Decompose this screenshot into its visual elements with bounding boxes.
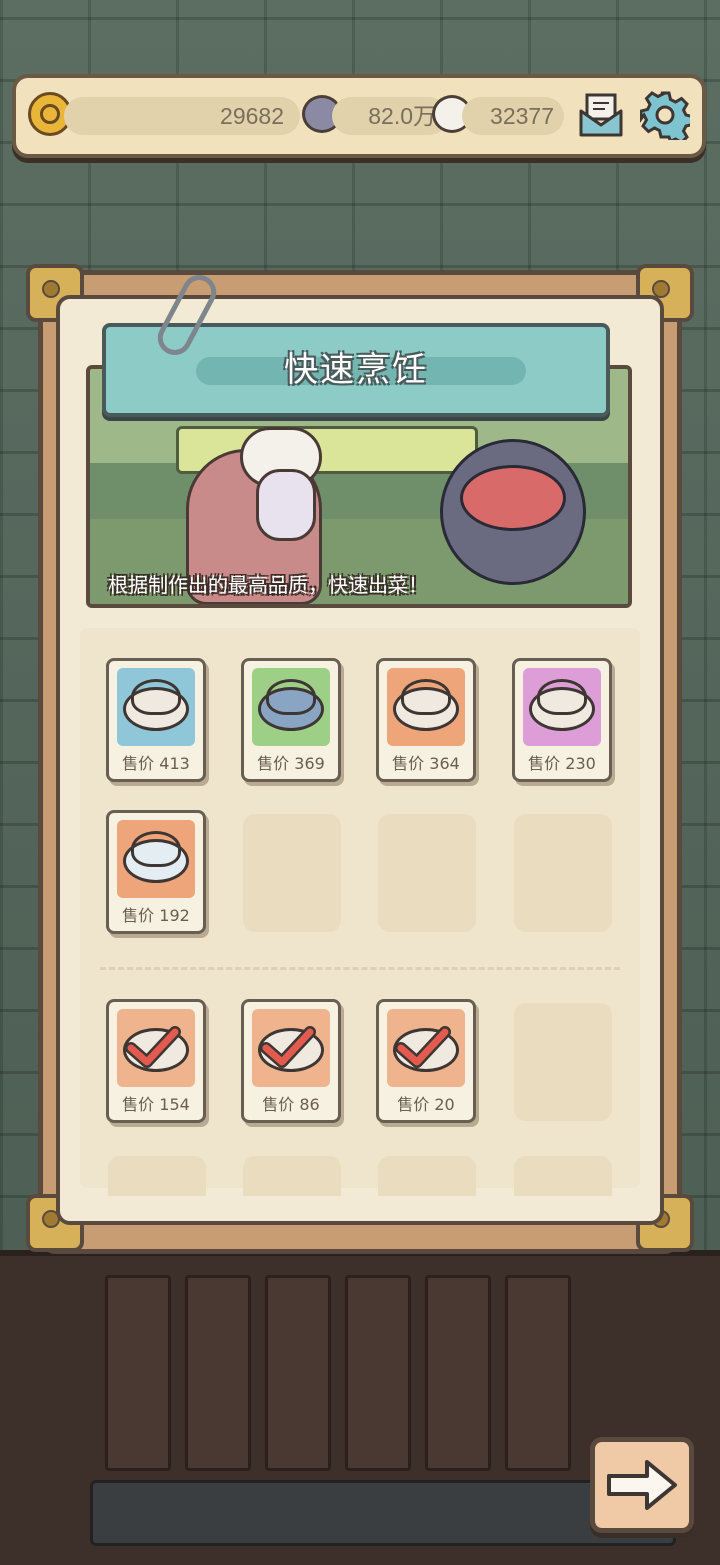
gear-icon[interactable]: [640, 90, 690, 140]
empty-slot: [243, 1156, 341, 1196]
dish-card[interactable]: 售价 192: [106, 810, 206, 934]
dish-card[interactable]: 售价 230: [512, 658, 612, 782]
dish-price: 售价 364: [392, 754, 460, 773]
counter-plank: [345, 1275, 411, 1471]
empty-slot: [243, 814, 341, 932]
counter-base: [90, 1480, 676, 1546]
dish-food-icon: [131, 679, 181, 715]
mail-icon[interactable]: [578, 93, 624, 137]
counter-plank: [185, 1275, 251, 1471]
banner-caption: 根据制作出的最高品质，快速出菜！: [108, 573, 428, 597]
dish-food-icon: [401, 679, 451, 715]
dish-food-icon: [537, 679, 587, 715]
currency3-pill: 32377: [462, 97, 564, 135]
check-icon: [395, 1026, 451, 1068]
dish-card[interactable]: 售价 369: [241, 658, 341, 782]
selected-dish-card[interactable]: 售价 86: [241, 999, 341, 1123]
check-icon: [260, 1026, 316, 1068]
dish-card[interactable]: 售价 413: [106, 658, 206, 782]
dish-food-icon: [131, 831, 181, 867]
coins-pill: 29682: [64, 97, 300, 135]
chef-mask: [256, 469, 316, 541]
empty-slot: [514, 814, 612, 932]
dish-price: 售价 230: [528, 754, 596, 773]
counter-plank: [265, 1275, 331, 1471]
empty-slot: [378, 1156, 476, 1196]
dish-price: 售价 192: [122, 906, 190, 925]
dish-food-icon: [266, 679, 316, 715]
coins-value: 29682: [220, 103, 284, 129]
counter-plank: [505, 1275, 571, 1471]
empty-slot: [514, 1156, 612, 1196]
empty-slot: [378, 814, 476, 932]
currency2-value: 82.0万: [368, 103, 436, 129]
dish-price: 售价 86: [262, 1095, 320, 1114]
dish-price: 售价 413: [122, 754, 190, 773]
selected-dish-card[interactable]: 售价 154: [106, 999, 206, 1123]
dish-price: 售价 154: [122, 1095, 190, 1114]
next-arrow-button[interactable]: [590, 1437, 694, 1533]
counter-plank: [425, 1275, 491, 1471]
empty-slot: [514, 1003, 612, 1121]
arrow-right-icon: [607, 1460, 677, 1510]
dish-price: 售价 20: [397, 1095, 455, 1114]
dish-card[interactable]: 售价 364: [376, 658, 476, 782]
selected-dish-card[interactable]: 售价 20: [376, 999, 476, 1123]
resource-bar: 29682 82.0万 32377: [12, 74, 706, 158]
check-icon: [125, 1026, 181, 1068]
currency2-pill: 82.0万: [332, 97, 448, 135]
dish-price: 售价 369: [257, 754, 325, 773]
section-divider: [100, 967, 620, 970]
empty-slot: [108, 1156, 206, 1196]
pot-food: [460, 465, 566, 531]
counter-plank: [105, 1275, 171, 1471]
currency3-value: 32377: [490, 103, 554, 129]
